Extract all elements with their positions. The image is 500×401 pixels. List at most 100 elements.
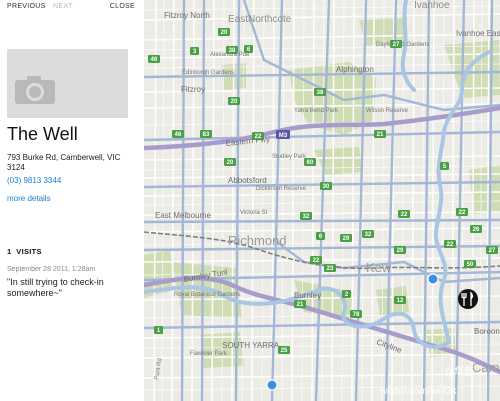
route-shield-label: 22: [255, 134, 262, 140]
map-label-yarra-bend-park: Yarra Bend Park: [294, 108, 339, 114]
route-shield-label: 12: [397, 298, 404, 304]
route-shield: 6: [316, 232, 325, 240]
route-shield-label: 83: [203, 132, 210, 138]
route-shield: 22: [444, 240, 456, 248]
route-shield-label: 23: [327, 266, 334, 272]
map-view[interactable]: Fitzroy North Northcote East Ivanhoe Iva…: [144, 0, 500, 401]
route-shield-label: 27: [393, 42, 400, 48]
map-label-kew: Kew: [366, 260, 392, 275]
route-shield-label: 32: [303, 214, 310, 220]
map-label-wilson-reserve: Wilson Reserve: [366, 108, 409, 114]
route-shield: 27: [486, 246, 498, 254]
map-label-victoria-st: Victoria St: [240, 210, 268, 216]
map-canvas[interactable]: Fitzroy North Northcote East Ivanhoe Iva…: [144, 0, 500, 401]
map-label-royal-botanical-gardens: Royal Botanical Gardens: [174, 292, 240, 298]
map-label-dickinson-reserve: Dickinson Reserve: [256, 186, 307, 192]
route-shield: 20: [224, 158, 236, 166]
location-pin[interactable]: [266, 379, 278, 391]
phone-link[interactable]: (03) 9813 3344: [7, 176, 61, 185]
route-shield: 26: [470, 225, 482, 233]
route-shield-label: 38: [229, 48, 236, 54]
map-label-boroondara: Boroon: [474, 327, 500, 336]
map-label-northcote: Northcote: [248, 14, 292, 25]
map-label-fitzroy: Fitzroy: [181, 85, 205, 94]
map-label-fitzroy-north: Fitzroy North: [164, 11, 210, 20]
route-shield: 21: [374, 130, 386, 138]
route-shield-label: 30: [323, 184, 330, 190]
route-shield: 46: [148, 55, 160, 63]
camera-icon: [15, 76, 55, 104]
visits-heading: 1 VISITS: [7, 247, 42, 256]
route-shield: 23: [324, 264, 336, 272]
map-label-fawkner-park: Fawkner Park: [190, 351, 228, 357]
route-shield-label: 78: [353, 312, 360, 318]
route-shield-label: 21: [297, 302, 304, 308]
route-shield-label: 22: [313, 258, 320, 264]
route-shield: 83: [200, 130, 212, 138]
route-shield: 1: [154, 326, 163, 334]
route-shield: 21: [294, 300, 306, 308]
route-shield: 50: [464, 260, 476, 268]
route-shield: 12: [394, 296, 406, 304]
map-label-east-melbourne: East Melbourne: [155, 211, 212, 220]
route-shield: 27: [390, 40, 402, 48]
route-shield: 78: [350, 310, 362, 318]
top-navigation: PREVIOUS NEXT CLOSE: [7, 3, 135, 15]
freeway-shield-m3: M3: [276, 130, 290, 139]
route-shield: 2: [342, 290, 351, 298]
place-title: The Well: [7, 124, 78, 144]
map-label-edinburgh-gardens: Edinburgh Gardens: [182, 70, 234, 76]
route-shield: 22: [310, 256, 322, 264]
route-shield: 38: [314, 88, 326, 96]
map-label-daylesford-gardens: Daylesford Gardens: [376, 42, 429, 48]
route-shield: 20: [228, 97, 240, 105]
map-label-abbotsford: Abbotsford: [228, 176, 267, 185]
route-shield-label: 27: [489, 248, 496, 254]
route-shield: 46: [172, 130, 184, 138]
route-shield-label: 29: [397, 248, 404, 254]
route-shield-label: 46: [175, 132, 182, 138]
map-label-ivanhoe: Ivanhoe: [414, 0, 450, 11]
details-panel: PREVIOUS NEXT CLOSE The Well 793 Burke R…: [0, 0, 144, 401]
route-shield: 5: [440, 162, 449, 170]
route-shield-label: 21: [377, 132, 384, 138]
route-shield-label: 25: [281, 348, 288, 354]
route-shield: 22: [456, 208, 468, 216]
route-shield-label: 22: [459, 210, 466, 216]
previous-button[interactable]: PREVIOUS: [7, 3, 46, 10]
map-label-alphington: Alphington: [336, 65, 374, 74]
route-shield: 60: [304, 158, 316, 166]
route-shield-label: 38: [317, 90, 324, 96]
route-shield: 32: [362, 230, 374, 238]
route-shield-label: 50: [467, 262, 474, 268]
visit-date: September 28 2011, 1:28am: [7, 266, 96, 273]
place-photo-placeholder[interactable]: [7, 49, 128, 118]
route-shield-label: 22: [401, 212, 408, 218]
route-shield: 22: [398, 210, 410, 218]
more-details-link[interactable]: more details: [7, 194, 51, 203]
map-label-south-yarra: SOUTH YARRA: [222, 341, 280, 350]
route-shield-label: 46: [151, 57, 158, 63]
svg-text:M3: M3: [279, 133, 288, 139]
route-shield-label: 60: [307, 160, 314, 166]
close-button[interactable]: CLOSE: [110, 3, 135, 10]
route-shield: 22: [252, 132, 264, 140]
visits-label: VISITS: [16, 247, 42, 256]
map-label-east: East: [228, 14, 248, 25]
place-address: 793 Burke Rd, Camberwell, VIC 3124: [7, 153, 121, 172]
route-shield: 3: [190, 47, 199, 55]
location-pin[interactable]: [427, 273, 439, 285]
svg-text:@华野: @华野: [444, 365, 474, 378]
route-shield: 29: [340, 234, 352, 242]
visits-count: 1: [7, 247, 12, 256]
next-button[interactable]: NEXT: [53, 3, 73, 10]
map-label-burnley: Burnley: [294, 291, 321, 300]
route-shield-label: 20: [227, 160, 234, 166]
route-shield: 32: [300, 212, 312, 220]
svg-text:weibo.com/wnf3k: weibo.com/wnf3k: [379, 386, 458, 397]
map-label-ivanhoe-east: Ivanhoe East: [456, 29, 500, 38]
route-shield: 20: [218, 28, 230, 36]
restaurant-pin[interactable]: [458, 289, 478, 309]
route-shield-label: 20: [231, 99, 238, 105]
map-label-studley-park: Studley Park: [272, 154, 307, 160]
